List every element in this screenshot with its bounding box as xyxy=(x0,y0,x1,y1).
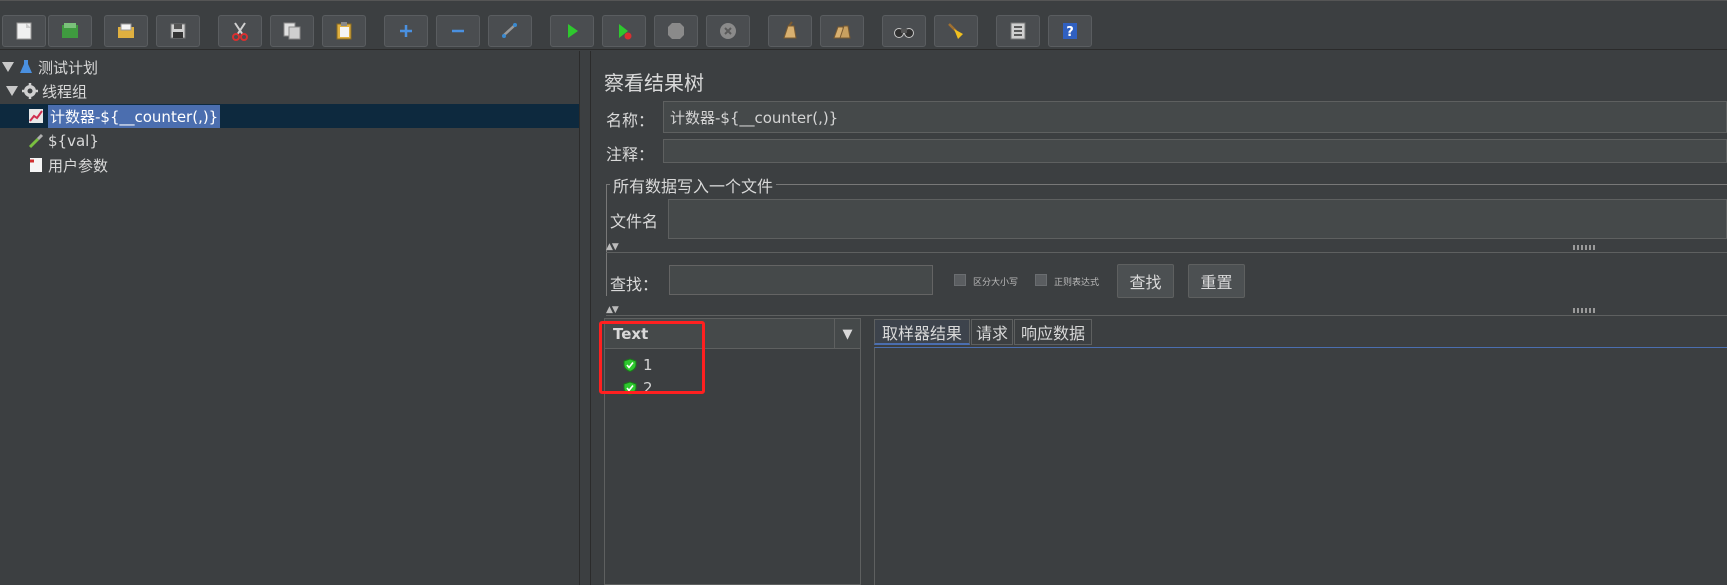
collapse-arrows-icon[interactable]: ▲▼ xyxy=(606,305,619,315)
panel-title: 察看结果树 xyxy=(604,71,704,95)
main-split-divider[interactable] xyxy=(579,51,591,585)
new-button[interactable] xyxy=(2,15,46,47)
clear-icon xyxy=(783,21,797,39)
tab-sampler-result[interactable]: 取样器结果 xyxy=(874,319,970,345)
start-no-pause-icon xyxy=(619,24,632,40)
shutdown-button[interactable] xyxy=(706,15,750,47)
stop-button[interactable] xyxy=(654,15,698,47)
open-button[interactable] xyxy=(104,15,148,47)
open-icon xyxy=(118,23,134,38)
tree-expand-arrow-icon[interactable] xyxy=(6,86,18,96)
toggle-icon xyxy=(502,23,517,38)
clear-button[interactable] xyxy=(768,15,812,47)
cut-button[interactable] xyxy=(218,15,262,47)
save-button[interactable] xyxy=(156,15,200,47)
tree-node-label: ${val} xyxy=(48,132,99,150)
comment-field[interactable] xyxy=(663,139,1727,163)
fieldset-border xyxy=(606,184,607,296)
comment-label: 注释： xyxy=(606,145,655,164)
split-grip-icon[interactable] xyxy=(1573,308,1597,313)
search-label: 查找： xyxy=(610,275,659,294)
name-label: 名称： xyxy=(606,111,655,130)
pipette-icon xyxy=(28,133,44,149)
expand-all-button[interactable] xyxy=(384,15,428,47)
reset-button[interactable]: 重置 xyxy=(1188,264,1245,298)
collapse-icon xyxy=(452,29,464,33)
new-icon xyxy=(16,22,32,40)
results-split-divider[interactable] xyxy=(862,318,874,585)
find-button[interactable]: 查找 xyxy=(1117,264,1174,298)
tree-node-label: 用户参数 xyxy=(48,156,109,175)
help-icon: ? xyxy=(1063,23,1077,40)
split-grip-icon[interactable] xyxy=(1573,245,1597,250)
tree-node-test-plan[interactable]: 测试计划 xyxy=(2,55,98,79)
stop-icon xyxy=(668,23,684,39)
document-icon xyxy=(30,158,42,172)
start-icon xyxy=(568,24,578,38)
svg-text:?: ? xyxy=(1066,25,1074,40)
tree-node-label: 线程组 xyxy=(42,82,88,101)
section-divider xyxy=(606,315,1727,316)
section-divider xyxy=(606,252,1727,253)
tree-node-val[interactable]: ${val} xyxy=(28,129,99,153)
flask-icon xyxy=(20,60,32,73)
chevron-down-icon[interactable]: ▼ xyxy=(834,319,860,349)
start-button[interactable] xyxy=(550,15,594,47)
main-toolbar: ? xyxy=(0,0,1727,50)
tree-node-counter[interactable]: 计数器-${__counter(,)} xyxy=(28,104,221,128)
reset-search-button[interactable] xyxy=(934,15,978,47)
tree-node-label: 计数器-${__counter(,)} xyxy=(48,104,221,128)
red-highlight-annotation xyxy=(599,321,705,394)
templates-icon xyxy=(62,23,78,38)
clear-all-icon xyxy=(833,25,851,39)
tab-request[interactable]: 请求 xyxy=(971,319,1013,345)
toggle-button[interactable] xyxy=(488,15,532,47)
case-sensitive-checkbox[interactable] xyxy=(954,274,966,286)
file-group-legend: 所有数据写入一个文件 xyxy=(610,173,777,197)
copy-button[interactable] xyxy=(270,15,314,47)
gear-icon xyxy=(22,83,38,99)
filename-field[interactable] xyxy=(668,199,1727,239)
regex-checkbox[interactable] xyxy=(1035,274,1047,286)
function-helper-icon xyxy=(1010,22,1026,40)
save-icon xyxy=(170,23,186,39)
test-plan-tree: 测试计划 线程组 计数器-${__counter(,)} ${val} 用户参数 xyxy=(0,51,579,585)
name-field[interactable]: 计数器-${__counter(,)} xyxy=(663,101,1727,133)
name-field-value: 计数器-${__counter(,)} xyxy=(670,108,839,127)
collapse-arrows-icon[interactable]: ▲▼ xyxy=(606,242,619,252)
search-button[interactable] xyxy=(882,15,926,47)
search-input[interactable] xyxy=(669,265,933,295)
case-sensitive-label: 区分大小写 xyxy=(973,278,1019,288)
clear-all-button[interactable] xyxy=(820,15,864,47)
paste-icon xyxy=(336,22,352,40)
expand-icon xyxy=(400,25,412,37)
help-button[interactable]: ? xyxy=(1048,15,1092,47)
function-helper-button[interactable] xyxy=(996,15,1040,47)
paste-button[interactable] xyxy=(322,15,366,47)
tree-expand-arrow-icon[interactable] xyxy=(2,62,14,72)
search-icon xyxy=(894,28,914,38)
shutdown-icon xyxy=(720,23,736,39)
tree-node-user-parameters[interactable]: 用户参数 xyxy=(28,153,108,177)
tree-node-label: 测试计划 xyxy=(38,58,99,77)
filename-label: 文件名 xyxy=(610,212,659,231)
chart-icon xyxy=(29,109,43,123)
tree-node-thread-group[interactable]: 线程组 xyxy=(6,79,87,103)
view-results-tree-panel: 察看结果树 名称： 计数器-${__counter(,)} 注释： 所有数据写入… xyxy=(592,51,1727,585)
tab-content-area xyxy=(874,347,1727,585)
collapse-all-button[interactable] xyxy=(436,15,480,47)
reset-search-icon xyxy=(948,23,963,39)
start-no-pause-button[interactable] xyxy=(602,15,646,47)
tab-response-data[interactable]: 响应数据 xyxy=(1014,319,1092,345)
copy-icon xyxy=(283,22,301,40)
regex-label: 正则表达式 xyxy=(1054,278,1100,288)
templates-button[interactable] xyxy=(48,15,92,47)
cut-icon xyxy=(232,22,248,41)
